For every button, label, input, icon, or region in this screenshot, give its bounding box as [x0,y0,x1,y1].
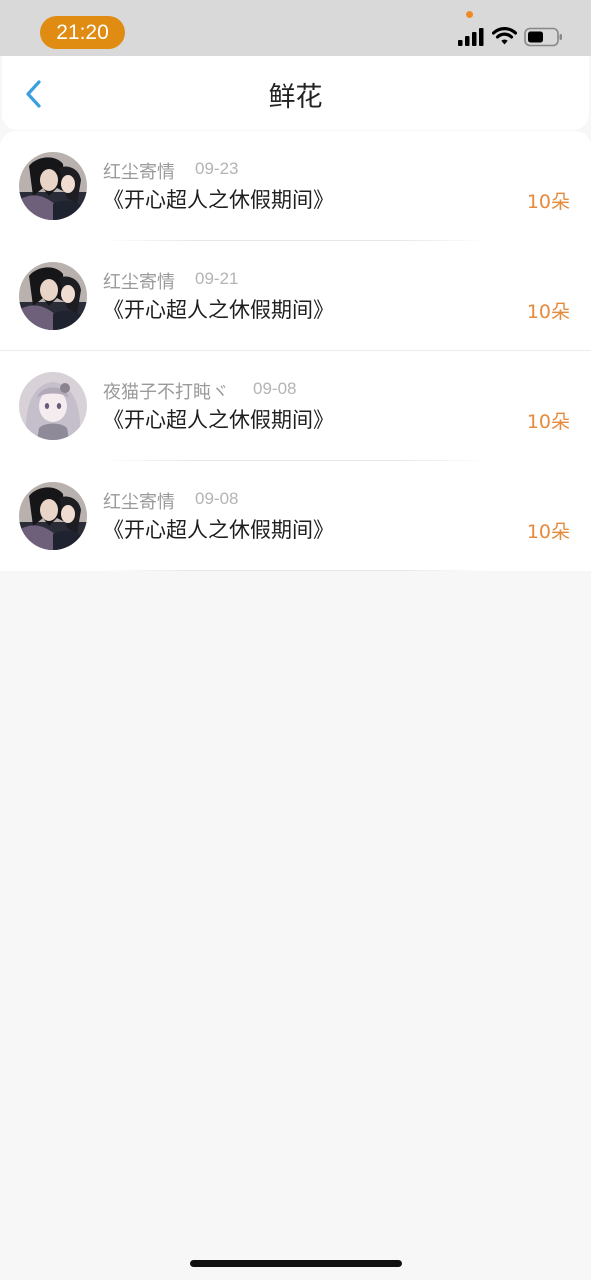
work-title: 《开心超人之休假期间》 [103,298,334,322]
gift-list-item[interactable]: 红尘寄情 09-08 《开心超人之休假期间》 10朵 [0,461,591,571]
status-time: 21:20 [40,16,125,49]
work-title: 《开心超人之休假期间》 [103,408,334,432]
flower-gift-list: 红尘寄情 09-23 《开心超人之休假期间》 10朵 红尘寄情 09-21 《开… [0,131,591,571]
flower-count: 10朵 [526,301,570,323]
work-title: 《开心超人之休假期间》 [103,518,334,542]
nav-bar: 鲜花 [2,56,589,130]
avatar[interactable] [19,482,87,550]
flower-count: 10朵 [526,191,570,213]
row-divider [100,570,491,571]
work-title: 《开心超人之休假期间》 [103,188,334,212]
gift-date: 09-08 [253,379,297,398]
gift-date: 09-21 [195,269,239,288]
gift-list-item[interactable]: 红尘寄情 09-21 《开心超人之休假期间》 10朵 [0,241,591,351]
sender-name: 红尘寄情 [103,162,175,183]
flower-count: 10朵 [526,411,570,433]
sender-name: 夜猫子不打盹ヾ [103,382,229,403]
avatar[interactable] [19,372,87,440]
sender-name: 红尘寄情 [103,272,175,293]
chevron-left-icon [26,80,41,108]
gift-list-item[interactable]: 红尘寄情 09-23 《开心超人之休假期间》 10朵 [0,131,591,241]
gift-date: 09-23 [195,159,239,178]
battery-icon [524,27,562,47]
signal-icon [458,28,484,46]
page-title: 鲜花 [268,82,323,113]
avatar[interactable] [19,152,87,220]
privacy-indicator-dot [466,11,473,18]
flower-count: 10朵 [526,521,570,543]
wifi-icon [492,27,517,45]
status-bar: 21:20 [0,0,591,56]
home-indicator[interactable] [190,1260,402,1267]
sender-name: 红尘寄情 [103,492,175,513]
gift-date: 09-08 [195,489,239,508]
back-button[interactable] [16,74,56,114]
avatar[interactable] [19,262,87,330]
gift-list-item[interactable]: 夜猫子不打盹ヾ 09-08 《开心超人之休假期间》 10朵 [0,351,591,461]
